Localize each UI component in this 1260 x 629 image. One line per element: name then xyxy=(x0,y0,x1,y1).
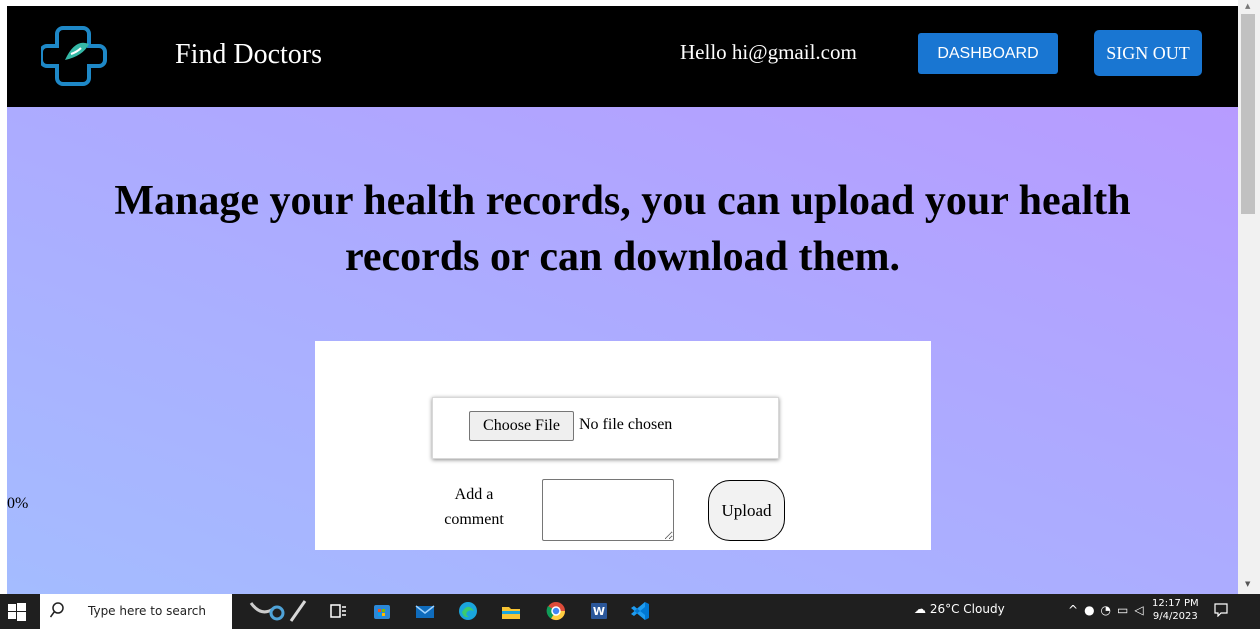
navbar: Find Doctors Hello hi@gmail.com DASHBOAR… xyxy=(7,6,1238,107)
weather-icon: ☁ xyxy=(914,602,926,616)
medical-cross-logo-icon[interactable] xyxy=(41,24,107,88)
windows-taskbar: Type here to search W ☁ 26°C Cloudy ^●◔▭… xyxy=(0,594,1260,629)
comment-textarea[interactable] xyxy=(542,479,674,541)
clock[interactable]: 12:17 PM 9/4/2023 xyxy=(1152,597,1199,623)
weather-text: 26°C Cloudy xyxy=(929,602,1005,616)
comment-label: Add a comment xyxy=(444,486,504,528)
page-scrollbar[interactable]: ▲ ▼ xyxy=(1238,0,1260,594)
search-icon xyxy=(50,602,64,618)
tray-chevron-icon[interactable]: ^ xyxy=(1068,603,1084,617)
edge-icon[interactable] xyxy=(456,599,480,623)
system-tray[interactable]: ^●◔▭◁ xyxy=(1068,603,1150,617)
sign-out-button[interactable]: SIGN OUT xyxy=(1094,30,1202,76)
main-content: Manage your health records, you can uplo… xyxy=(7,107,1238,594)
microphone-icon[interactable]: ● xyxy=(1084,603,1100,617)
file-status-text: No file chosen xyxy=(579,416,673,433)
scroll-down-arrow-icon[interactable]: ▼ xyxy=(1245,580,1250,588)
upload-button[interactable]: Upload xyxy=(708,480,785,541)
page-headline: Manage your health records, you can uplo… xyxy=(7,173,1238,285)
task-view-icon[interactable] xyxy=(326,599,350,623)
svg-text:W: W xyxy=(593,605,605,618)
browser-viewport: Find Doctors Hello hi@gmail.com DASHBOAR… xyxy=(0,0,1260,629)
headline-line-2: records or can download them. xyxy=(345,234,900,280)
user-greeting: Hello hi@gmail.com xyxy=(680,40,857,64)
dashboard-button[interactable]: DASHBOARD xyxy=(918,33,1058,74)
choose-file-button[interactable]: Choose File xyxy=(469,411,574,441)
battery-icon[interactable]: ▭ xyxy=(1117,603,1134,617)
volume-icon[interactable]: ◁ xyxy=(1134,603,1149,617)
upload-card: Choose File No file chosen Add a comment… xyxy=(315,341,931,550)
brand-title[interactable]: Find Doctors xyxy=(175,39,322,71)
word-icon[interactable]: W xyxy=(587,599,611,623)
headline-line-1: Manage your health records, you can uplo… xyxy=(114,178,1131,224)
page-left-edge xyxy=(0,0,7,629)
notification-icon[interactable] xyxy=(1214,603,1228,617)
scroll-up-arrow-icon[interactable]: ▲ xyxy=(1245,2,1250,10)
scroll-thumb[interactable] xyxy=(1241,14,1255,214)
clock-date: 9/4/2023 xyxy=(1152,611,1198,622)
store-icon[interactable] xyxy=(370,599,394,623)
file-explorer-icon[interactable] xyxy=(499,599,523,623)
vscode-icon[interactable] xyxy=(628,599,652,623)
taskbar-search-box[interactable]: Type here to search xyxy=(40,594,232,629)
windows-start-icon[interactable] xyxy=(8,603,26,621)
wifi-icon[interactable]: ◔ xyxy=(1101,603,1117,617)
upload-progress-text: 0% xyxy=(7,495,29,512)
search-placeholder: Type here to search xyxy=(88,604,206,618)
clock-time: 12:17 PM xyxy=(1152,598,1199,609)
mail-icon[interactable] xyxy=(413,599,437,623)
chrome-icon[interactable] xyxy=(544,599,568,623)
weather-widget[interactable]: ☁ 26°C Cloudy xyxy=(914,602,1005,616)
file-input-container: Choose File No file chosen xyxy=(432,397,779,459)
doctor-tools-icon[interactable] xyxy=(247,599,311,623)
